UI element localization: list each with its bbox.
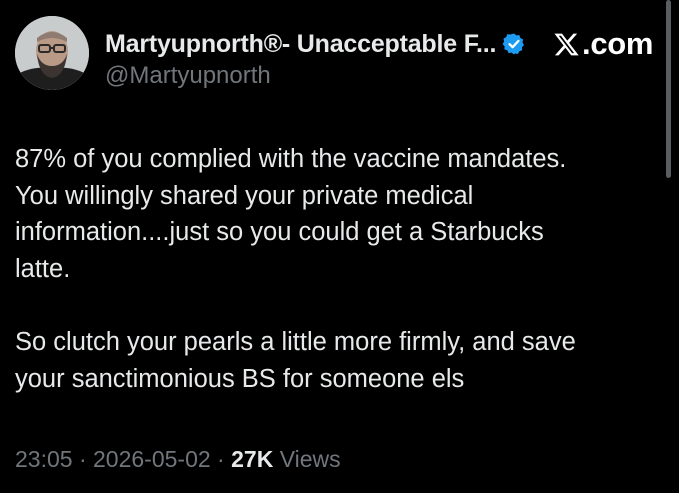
avatar-photo [15,16,89,90]
tweet-header: Martyupnorth®- Unacceptable F... @Martyu… [105,28,555,90]
avatar[interactable] [15,16,89,90]
author-handle[interactable]: @Martyupnorth [105,62,555,90]
tweet-paragraph-2: So clutch your pearls a little more firm… [15,324,655,397]
verified-badge-icon[interactable] [502,32,526,56]
views-label: Views [273,446,341,472]
brand-watermark: .com [553,26,653,62]
meta-separator: · [72,446,94,472]
author-display-name[interactable]: Martyupnorth®- Unacceptable F... [105,30,496,59]
tweet-paragraph-1: 87% of you complied with the vaccine man… [15,141,655,287]
tweet-card: Martyupnorth®- Unacceptable F... @Martyu… [0,0,679,493]
meta-separator: · [210,446,232,472]
tweet-line: your sanctimonious BS for someone els [15,364,465,393]
tweet-time[interactable]: 23:05 [15,446,73,472]
tweet-line: So clutch your pearls a little more firm… [15,328,576,356]
tweet-line: You willingly shared your private medica… [15,181,474,210]
views-count[interactable]: 27K [231,446,273,472]
brand-label: .com [582,26,654,61]
tweet-meta: 23:05 · 2026-05-02 · 27K Views [15,446,341,473]
name-row: Martyupnorth®- Unacceptable F... [105,28,555,60]
tweet-text: 87% of you complied with the vaccine man… [15,141,655,397]
tweet-line: information....just so you could get a S… [15,218,544,246]
scrollbar[interactable] [666,0,671,178]
tweet-date[interactable]: 2026-05-02 [93,446,211,472]
tweet-line: latte. [15,254,71,283]
tweet-line: 87% of you complied with the vaccine man… [15,145,567,173]
x-logo-icon [554,33,579,55]
